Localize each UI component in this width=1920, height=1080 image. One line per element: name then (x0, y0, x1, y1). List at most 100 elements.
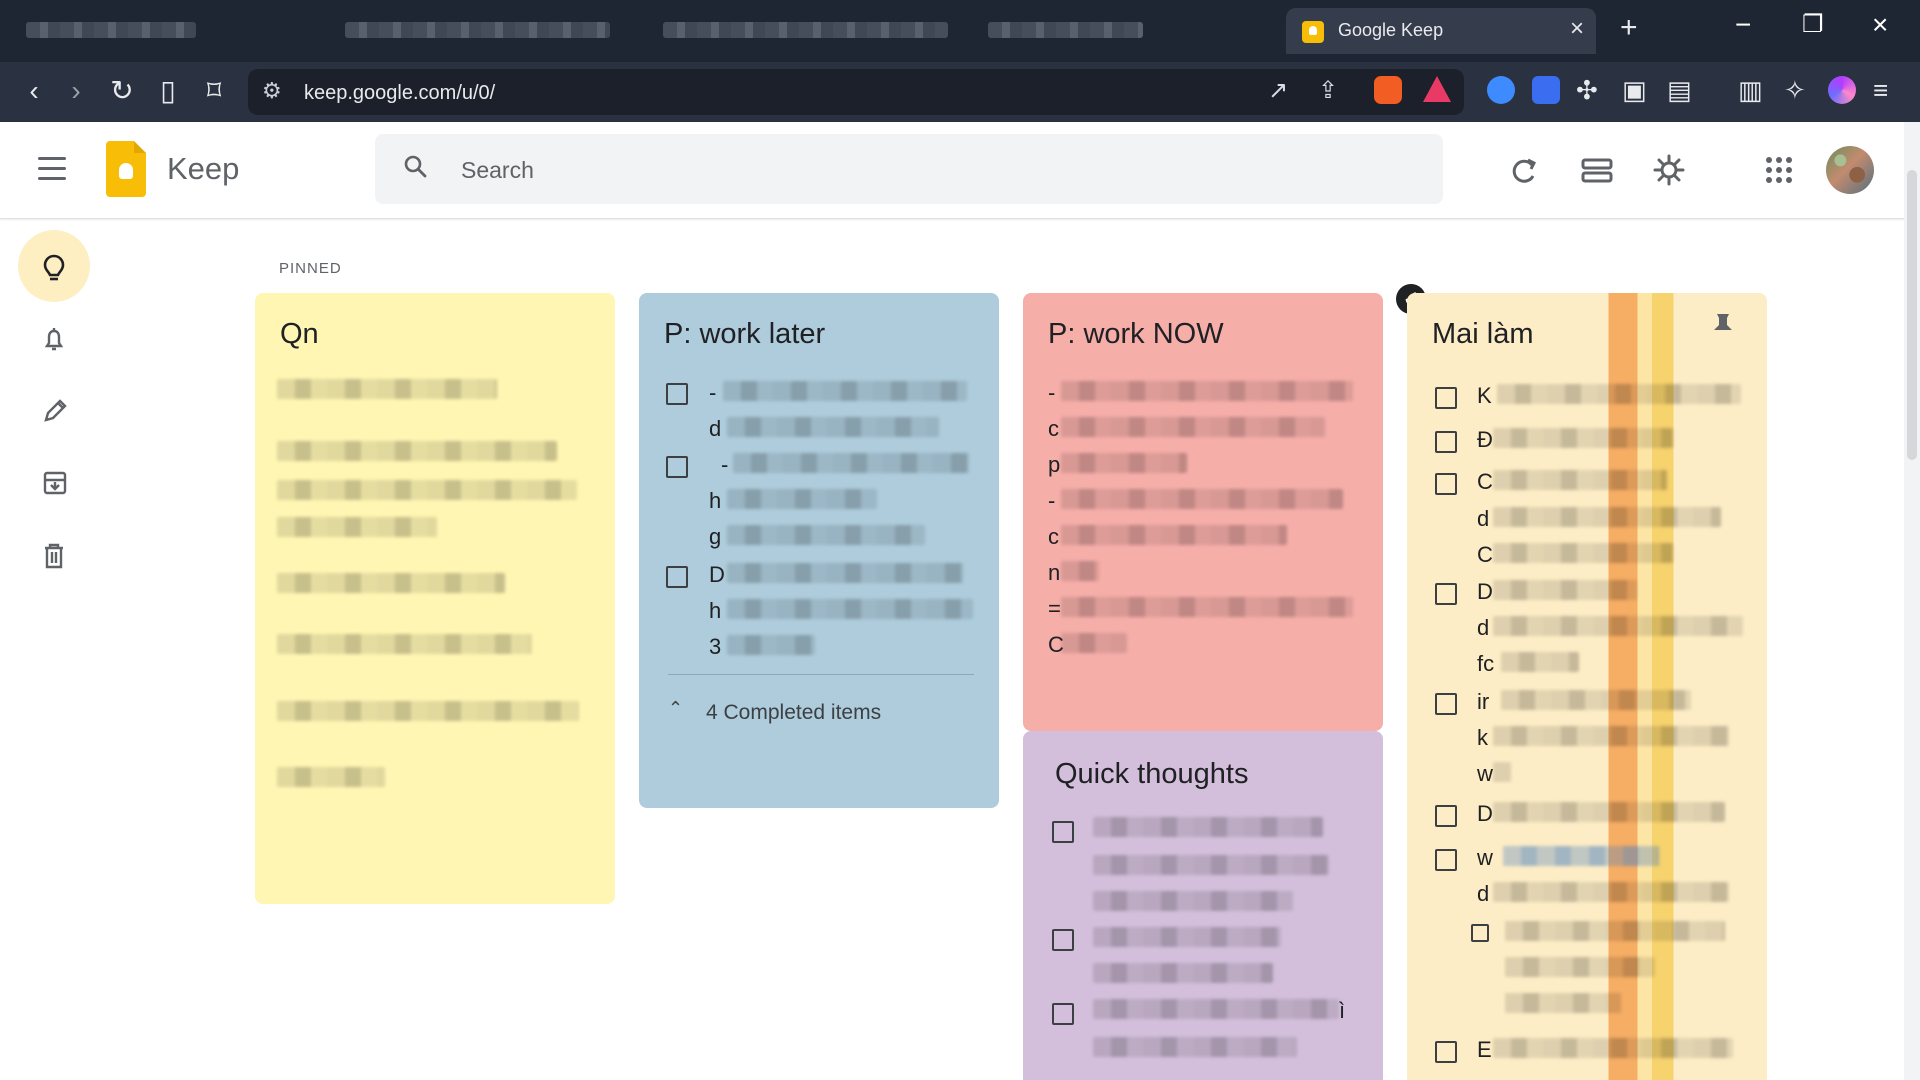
blurred-tab[interactable] (988, 22, 1143, 38)
checklist-fragment: E (1477, 1037, 1492, 1062)
checkbox[interactable] (1435, 473, 1457, 495)
sidebar-item-reminders[interactable] (18, 302, 90, 374)
account-avatar[interactable] (1826, 146, 1874, 194)
note-title[interactable]: P: work NOW (1048, 317, 1224, 351)
extension-v-icon[interactable] (1487, 76, 1515, 104)
note-card-work-now[interactable]: P: work NOW - c p - c n = C (1023, 293, 1383, 731)
blurred-tab[interactable] (26, 22, 196, 38)
note-card-work-later[interactable]: P: work later - d - h g D h 3 (639, 293, 999, 808)
checkbox[interactable] (1435, 1041, 1457, 1063)
redacted-checklist-text (1493, 616, 1743, 636)
checklist-fragment: - (709, 380, 717, 405)
forward-button[interactable]: › (60, 75, 92, 107)
url-text[interactable]: keep.google.com/u/0/ (304, 82, 495, 105)
note-title[interactable]: Qn (280, 317, 319, 351)
checklist-fragment: w (1477, 761, 1493, 786)
sidebar-toggle-icon[interactable]: ▥ (1738, 75, 1763, 105)
note-fragment: c (1048, 416, 1059, 441)
search-input[interactable] (459, 152, 1363, 188)
checkbox[interactable] (666, 456, 688, 478)
note-card-quick-thoughts[interactable]: Quick thoughts ì (1023, 731, 1383, 1080)
share-icon[interactable]: ⇪ (1318, 79, 1338, 103)
checkbox[interactable] (1435, 849, 1457, 871)
reload-button[interactable]: ↻ (106, 75, 138, 107)
extensions-icon[interactable]: ✣ (1576, 75, 1598, 105)
search-box[interactable] (375, 134, 1443, 204)
scrollbar-thumb[interactable] (1907, 170, 1917, 460)
checklist-fragment: h (709, 488, 722, 513)
search-icon[interactable] (403, 154, 427, 178)
blurred-tab[interactable] (345, 22, 610, 38)
extension-shield-icon[interactable] (1532, 76, 1560, 104)
checkbox[interactable] (666, 566, 688, 588)
redacted-checklist-text (1493, 507, 1721, 527)
chevron-up-icon[interactable]: ⌃ (668, 698, 696, 722)
checkbox[interactable] (1435, 693, 1457, 715)
refresh-icon[interactable] (1507, 153, 1541, 187)
redacted-checklist-text (1493, 802, 1725, 822)
new-tab-button[interactable]: + (1620, 13, 1638, 43)
checkbox[interactable] (1052, 1003, 1074, 1025)
leo-ai-icon[interactable]: ✧ (1784, 75, 1806, 105)
redacted-checklist-text (1493, 726, 1729, 746)
site-settings-icon[interactable]: ⚙ (262, 79, 282, 103)
pin-icon[interactable] (1708, 310, 1738, 346)
main-menu-icon[interactable] (38, 157, 68, 181)
redacted-checklist-text (1493, 580, 1637, 600)
pencil-icon (44, 399, 67, 422)
redacted-checklist-text (1505, 921, 1725, 941)
address-bar[interactable]: ⚙ keep.google.com/u/0/ ↗ ⇪ (248, 69, 1464, 115)
sidebar-item-archive[interactable] (18, 446, 90, 518)
completed-items-label[interactable]: 4 Completed items (706, 701, 881, 725)
note-card-mai-lam[interactable]: Mai làm K Đ C d C D d fc ir k w D w d E (1407, 293, 1767, 1080)
checkbox[interactable] (1435, 583, 1457, 605)
settings-gear-icon[interactable] (1652, 153, 1686, 187)
apps-grid-icon[interactable] (1762, 153, 1796, 187)
checklist-fragment: D (1477, 579, 1493, 604)
note-title[interactable]: Quick thoughts (1055, 757, 1248, 791)
restore-window-button[interactable]: ❐ (1802, 10, 1824, 40)
rewards-triangle-icon[interactable] (1423, 76, 1451, 102)
minimize-window-button[interactable]: − (1735, 10, 1751, 40)
checkbox[interactable] (1435, 387, 1457, 409)
browser-menu-icon[interactable]: ≡ (1873, 75, 1888, 105)
redacted-checklist-text (723, 381, 967, 401)
close-tab-icon[interactable]: × (1570, 17, 1584, 41)
note-title[interactable]: P: work later (664, 317, 825, 351)
sidebar-item-notes[interactable] (18, 230, 90, 302)
completed-items-toggle[interactable]: ⌃ 4 Completed items (668, 674, 974, 724)
note-card-qn[interactable]: Qn (255, 293, 615, 904)
redacted-checklist-text (1505, 957, 1655, 977)
sidebar-item-trash[interactable] (18, 518, 90, 590)
vertical-scrollbar[interactable] (1904, 122, 1920, 1080)
keep-logo-icon[interactable] (106, 141, 146, 197)
close-window-button[interactable]: × (1872, 10, 1888, 40)
lightbulb-icon (43, 254, 65, 281)
save-page-icon[interactable]: ▣ (1622, 75, 1647, 105)
app-name[interactable]: Keep (167, 151, 239, 187)
redacted-checklist-text (1493, 1038, 1733, 1058)
back-button[interactable]: ‹ (18, 75, 50, 107)
checklist-fragment: ì (1339, 998, 1346, 1023)
note-title[interactable]: Mai làm (1432, 317, 1534, 351)
trash-icon (45, 543, 63, 569)
open-external-icon[interactable]: ↗ (1268, 79, 1288, 103)
list-view-icon[interactable] (1580, 153, 1614, 187)
note-fragment: - (1048, 380, 1056, 405)
checkbox[interactable] (1052, 929, 1074, 951)
blurred-tab[interactable] (663, 22, 948, 38)
checklist-fragment: d (1477, 881, 1490, 906)
sidebar-item-edit-labels[interactable] (18, 374, 90, 446)
bookmark-icon[interactable]: ⌑ (198, 75, 230, 107)
checkbox[interactable] (1052, 821, 1074, 843)
brave-shield-icon[interactable] (1374, 76, 1402, 104)
checkbox[interactable] (666, 383, 688, 405)
checkbox[interactable] (1435, 805, 1457, 827)
checkbox[interactable] (1435, 431, 1457, 453)
checkbox[interactable] (1471, 924, 1489, 942)
redacted-checklist-text (1503, 846, 1659, 866)
profile-swirl-icon[interactable] (1828, 76, 1856, 104)
active-tab-google-keep[interactable]: Google Keep × (1286, 8, 1596, 54)
reader-mode-icon[interactable]: ▤ (1667, 75, 1692, 105)
split-view-icon[interactable]: ▯ (152, 75, 184, 107)
